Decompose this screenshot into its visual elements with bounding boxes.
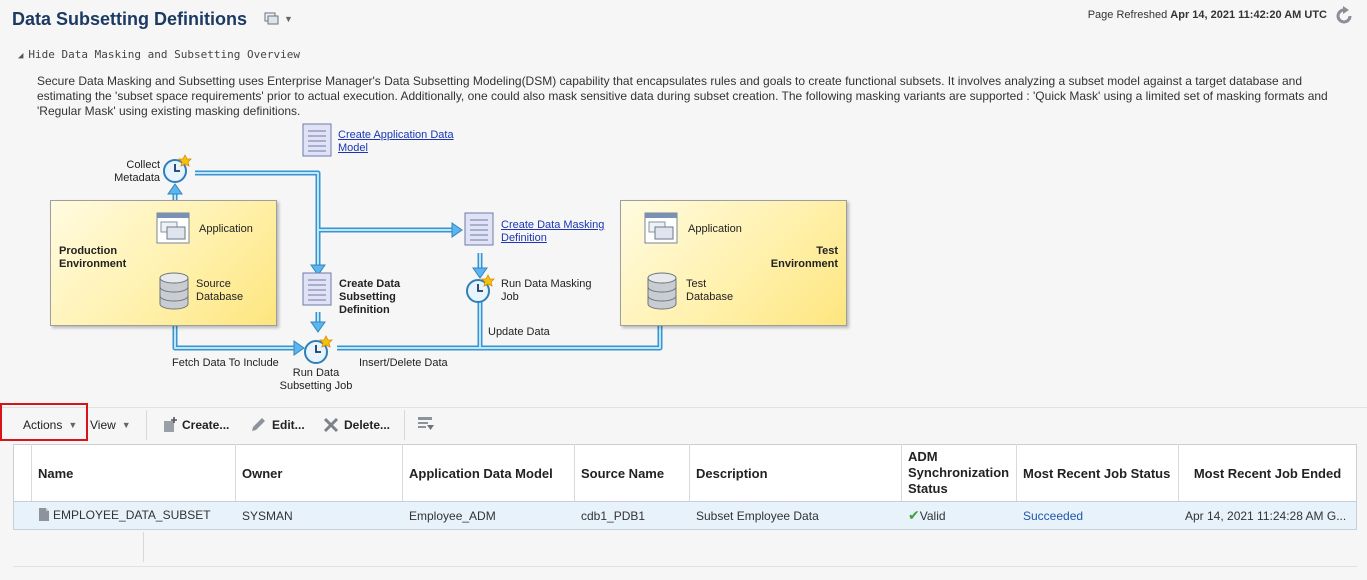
edit-button-label: Edit... xyxy=(272,418,305,432)
run-data-masking-job-label: Run Data Masking Job xyxy=(501,278,592,303)
view-menu[interactable]: View ▼ xyxy=(90,417,131,433)
create-data-masking-definition-link[interactable]: Create Data Masking Definition xyxy=(501,219,604,245)
toolbar-divider xyxy=(0,407,1367,408)
detach-table-button[interactable] xyxy=(417,416,435,435)
run-data-subsetting-job-label: Run Data Subsetting Job xyxy=(279,367,353,392)
insert-delete-data-label: Insert/Delete Data xyxy=(359,357,448,369)
document-icon xyxy=(302,272,332,306)
row-selector[interactable] xyxy=(13,501,32,530)
collect-metadata-label: Collect Metadata xyxy=(114,159,160,184)
file-icon xyxy=(38,507,50,525)
database-icon xyxy=(159,272,189,310)
cell-adm-sync-status: ✔Valid xyxy=(901,501,1017,530)
toolbar-separator xyxy=(146,410,147,440)
create-button[interactable]: Create... xyxy=(162,417,229,433)
column-header-owner[interactable]: Owner xyxy=(235,444,403,502)
scheduled-job-icon xyxy=(466,274,495,303)
edit-button[interactable]: Edit... xyxy=(250,417,305,433)
fetch-data-label: Fetch Data To Include xyxy=(172,357,279,369)
column-header-adm-sync-status[interactable]: ADM Synchronization Status xyxy=(901,444,1017,502)
document-icon xyxy=(464,212,494,246)
actions-highlight-box xyxy=(0,403,88,441)
create-data-subsetting-definition-label: Create Data Subsetting Definition xyxy=(339,278,401,316)
table-header-row: Name Owner Application Data Model Source… xyxy=(13,444,1357,502)
create-button-label: Create... xyxy=(182,418,230,432)
database-icon xyxy=(647,272,677,310)
cell-description: Subset Employee Data xyxy=(689,501,902,530)
cell-job-status: Succeeded xyxy=(1016,501,1179,530)
create-icon xyxy=(164,417,177,432)
cell-owner: SYSMAN xyxy=(235,501,403,530)
scheduled-job-icon xyxy=(163,154,192,183)
test-environment-label: Test Environment xyxy=(770,245,838,270)
pencil-icon xyxy=(252,418,265,431)
table-row[interactable]: EMPLOYEE_DATA_SUBSET SYSMAN Employee_ADM… xyxy=(13,501,1357,530)
create-application-data-model-link[interactable]: Create Application Data Model xyxy=(338,129,454,155)
column-header-name[interactable]: Name xyxy=(31,444,236,502)
document-icon xyxy=(302,123,332,157)
detach-icon xyxy=(418,417,434,430)
table-footer-divider xyxy=(143,532,144,562)
toolbar-separator xyxy=(404,410,405,440)
column-header-description[interactable]: Description xyxy=(689,444,902,502)
test-application-label: Application xyxy=(688,223,742,235)
checkmark-icon: ✔ xyxy=(908,507,920,523)
delete-x-icon xyxy=(323,417,339,433)
delete-button[interactable]: Delete... xyxy=(323,417,390,433)
cell-application-data-model: Employee_ADM xyxy=(402,501,575,530)
update-data-label: Update Data xyxy=(488,326,550,338)
scheduled-job-icon xyxy=(304,335,333,364)
column-header-application-data-model[interactable]: Application Data Model xyxy=(402,444,575,502)
subset-definitions-table: Name Owner Application Data Model Source… xyxy=(13,444,1357,530)
job-status-link[interactable]: Succeeded xyxy=(1023,509,1083,523)
source-database-label: Source Database xyxy=(196,278,244,303)
column-header-source-name[interactable]: Source Name xyxy=(574,444,690,502)
view-menu-label: View xyxy=(90,418,116,432)
application-icon xyxy=(156,212,190,244)
application-icon xyxy=(644,212,678,244)
cell-source-name: cdb1_PDB1 xyxy=(574,501,690,530)
cell-name[interactable]: EMPLOYEE_DATA_SUBSET xyxy=(31,501,236,530)
row-header-spacer xyxy=(13,444,32,502)
production-environment-label: Production Environment xyxy=(59,245,127,270)
cell-job-ended: Apr 14, 2021 11:24:28 AM G... xyxy=(1178,501,1357,530)
column-header-most-recent-job-ended[interactable]: Most Recent Job Ended xyxy=(1178,444,1357,502)
delete-button-label: Delete... xyxy=(344,418,391,432)
production-application-label: Application xyxy=(199,223,253,235)
chevron-down-icon: ▼ xyxy=(121,420,131,430)
table-bottom-line xyxy=(13,566,1357,567)
test-database-label: Test Database xyxy=(686,278,734,303)
column-header-most-recent-job-status[interactable]: Most Recent Job Status xyxy=(1016,444,1179,502)
